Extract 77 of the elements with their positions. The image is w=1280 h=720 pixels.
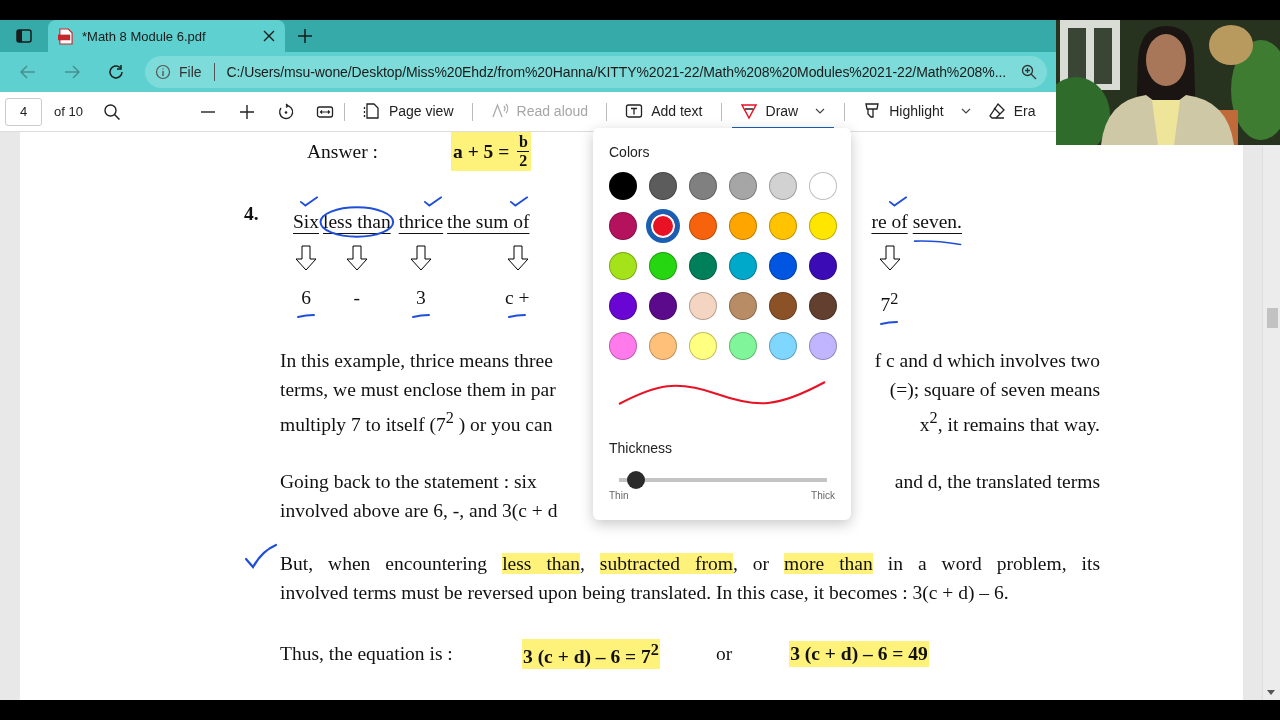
paragraph-text: In this example, thrice means three (280, 348, 553, 373)
address-field[interactable]: File C:/Users/msu-wone/Desktop/Miss%20Ehdz/from%20Hanna/KITTY%2021-22/Math%208%20Modules%2021-22/Math%208%... (145, 56, 1047, 88)
connector-text: or (715, 643, 733, 665)
ink-underline (912, 238, 962, 246)
paragraph-text: x$^{2}$, it remains that way. (919, 407, 1100, 437)
item-number: 4. (244, 202, 260, 226)
info-icon[interactable] (155, 64, 171, 80)
page-count: of 10 (54, 104, 83, 119)
translated-term: - (352, 286, 362, 310)
tab-title: *Math 8 Module 6.pdf (82, 28, 207, 44)
down-arrow-icon (409, 245, 432, 271)
erase-button[interactable]: Era (979, 94, 1036, 129)
thickness-label: Thickness (609, 440, 674, 456)
text-box-icon (625, 101, 644, 120)
close-icon[interactable] (263, 30, 275, 42)
page-number-field[interactable]: 4 (5, 97, 42, 126)
paragraph-text: multiply 7 to itself (7$^{2}$ ) or you can (280, 407, 553, 437)
ink-check-mark (509, 195, 530, 207)
paragraph-text: and d, the translated terms (894, 470, 1100, 494)
scrollbar-thumb[interactable] (1267, 308, 1278, 328)
highlighted-equation: 3 (c + d) – 6 = 49 (789, 641, 929, 667)
scroll-down-icon[interactable] (1267, 690, 1275, 696)
ink-underline (296, 313, 316, 319)
paragraph-text: f c and d which involves two (874, 348, 1100, 373)
speech-icon (490, 101, 509, 120)
paragraph-text: involved above are 6, -, and 3(c + d (280, 499, 558, 523)
ink-check-mark (887, 195, 908, 207)
conclusion-text: Thus, the equation is : (280, 643, 454, 665)
zoom-icon[interactable] (1021, 64, 1037, 80)
page-view-button[interactable]: Page view (354, 94, 462, 129)
paragraph-text: terms, we must enclose them in par (280, 377, 556, 402)
paragraph-text: Going back to the statement : six (280, 470, 537, 494)
highlighter-icon (863, 101, 882, 120)
ink-underline (507, 313, 528, 319)
underlined-word: re of (871, 194, 908, 246)
eraser-icon (987, 101, 1006, 120)
max-label: Thick (811, 490, 835, 501)
ink-check-mark (299, 195, 319, 207)
rotate-icon[interactable] (276, 102, 295, 121)
translated-term: 6 (296, 285, 316, 319)
page-icon (362, 101, 381, 120)
down-arrow-icon (879, 245, 902, 271)
translated-term: c + (504, 285, 530, 319)
underlined-word: seven. (912, 194, 962, 246)
pen-icon (739, 101, 758, 120)
ink-underline (410, 313, 431, 319)
paragraph-text: But, when encountering less than, subtracted from, or more than in a word problem, its involved terms must be reversed upon being translated. In this case, it becomes : 3(c + d) – 6. (280, 552, 1100, 605)
pdf-file-icon (58, 27, 73, 45)
refresh-icon[interactable] (107, 63, 125, 81)
ink-underline (879, 319, 900, 326)
color-swatch[interactable] (649, 212, 677, 240)
down-arrow-icon (295, 245, 317, 271)
search-icon[interactable] (102, 102, 121, 121)
tab-actions-icon[interactable] (15, 27, 33, 45)
ink-check-mark (423, 195, 444, 207)
translated-term: 7$^{2}$ (879, 285, 900, 326)
underlined-word: the sum of (447, 194, 530, 246)
browser-tab[interactable]: *Math 8 Module 6.pdf (48, 20, 285, 52)
highlight-button[interactable]: Highlight (855, 94, 980, 129)
scrollbar[interactable] (1262, 146, 1280, 700)
down-arrow-icon (507, 245, 530, 271)
paragraph-text: (=); square of seven means (889, 377, 1100, 402)
new-tab-icon[interactable] (297, 28, 313, 44)
slider-thumb[interactable] (626, 471, 645, 489)
underlined-word: thrice (398, 194, 444, 246)
min-label: Thin (609, 490, 629, 501)
underlined-word: less than (319, 194, 395, 246)
highlighted-equation: 3 (c + d) – 6 = 7$^{2}$ (522, 638, 660, 670)
url-text: C:/Users/msu-wone/Desktop/Miss%20Ehdz/from%20Hanna/KITTY%2021-22/Math%208%20Modules%2021-22/Math%208%... (226, 64, 1007, 80)
zoom-in-icon[interactable] (237, 102, 256, 121)
underlined-word: Six (293, 194, 319, 246)
colors-label: Colors (609, 144, 651, 160)
url-scheme: File (179, 64, 202, 80)
answer-label: Answer : (307, 140, 379, 163)
translated-term: 3 (410, 285, 431, 319)
down-arrow-icon (345, 245, 368, 271)
add-text-button[interactable]: Add text (617, 94, 711, 129)
